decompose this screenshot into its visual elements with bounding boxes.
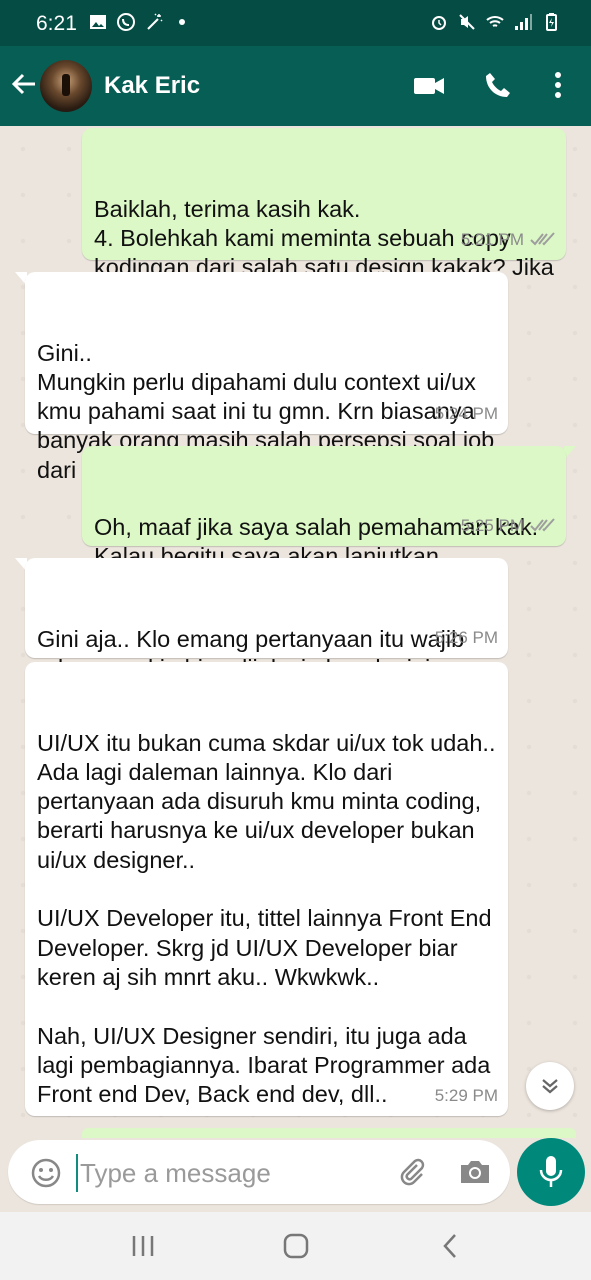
message-time: 5:26 PM <box>434 627 498 647</box>
message-meta: 5:21 PM <box>461 225 556 254</box>
message-time: 5:25 PM <box>460 515 524 535</box>
system-navigation-bar <box>0 1212 591 1280</box>
read-receipt-icon <box>530 232 555 246</box>
status-notification-icons <box>88 12 192 32</box>
voice-message-button[interactable] <box>517 1138 585 1206</box>
video-call-icon[interactable] <box>412 72 446 100</box>
contact-name[interactable]: Kak Eric <box>104 72 200 100</box>
alarm-icon <box>432 16 446 30</box>
home-icon[interactable] <box>282 1232 310 1260</box>
chat-messages[interactable]: Baiklah, terima kasih kak. 4. Bolehkah k… <box>0 126 591 1136</box>
back-arrow-icon[interactable] <box>10 70 38 98</box>
image-icon <box>90 15 106 29</box>
message-composer <box>0 1136 591 1212</box>
recent-apps-icon[interactable] <box>130 1234 156 1258</box>
message-input-box[interactable] <box>8 1140 510 1204</box>
message-bubble-incoming[interactable]: Gini aja.. Klo emang pertanyaan itu waji… <box>25 558 508 681</box>
emoji-icon[interactable] <box>30 1157 62 1189</box>
message-text: UI/UX itu bukan cuma skdar ui/ux tok uda… <box>37 729 496 1108</box>
message-bubble-outgoing[interactable]: Oh, maaf jika saya salah pemahaman kak. … <box>82 446 566 569</box>
message-meta: 5:26 PM <box>435 623 498 652</box>
mute-icon <box>459 14 475 30</box>
whatsapp-icon <box>117 13 135 31</box>
text-cursor <box>76 1154 78 1192</box>
more-options-icon[interactable] <box>548 70 568 100</box>
message-meta: 5:24 PM <box>435 399 498 428</box>
attachment-icon[interactable] <box>396 1156 428 1188</box>
status-bar: 6:21 <box>0 0 591 46</box>
system-back-icon[interactable] <box>440 1232 460 1260</box>
voice-call-icon[interactable] <box>483 70 513 100</box>
wifi-icon <box>486 16 504 27</box>
camera-icon[interactable] <box>458 1156 492 1188</box>
message-meta: 5:29 PM <box>435 1081 498 1110</box>
contact-avatar[interactable] <box>40 60 92 112</box>
message-bubble-outgoing[interactable]: Baiklah, terima kasih kak. 4. Bolehkah k… <box>82 128 566 309</box>
magic-wand-icon <box>147 13 163 30</box>
chat-header: Kak Eric <box>0 46 591 126</box>
message-time: 5:24 PM <box>434 403 498 423</box>
message-meta: 5:25 PM <box>461 511 556 540</box>
message-input[interactable] <box>80 1152 380 1194</box>
status-system-icons <box>429 12 561 32</box>
battery-icon <box>546 13 557 31</box>
message-bubble-incoming[interactable]: UI/UX itu bukan cuma skdar ui/ux tok uda… <box>25 662 508 1116</box>
message-bubble-incoming[interactable]: Gini.. Mungkin perlu dipahami dulu conte… <box>25 272 508 483</box>
scroll-to-bottom-button[interactable] <box>526 1062 574 1110</box>
read-receipt-icon <box>530 518 555 532</box>
status-time: 6:21 <box>36 12 77 35</box>
double-chevron-down-icon <box>542 1079 558 1094</box>
message-time: 5:21 PM <box>460 229 524 249</box>
signal-icon <box>515 14 532 30</box>
message-time: 5:29 PM <box>434 1085 498 1105</box>
microphone-icon <box>539 1156 563 1187</box>
dot-icon <box>179 19 185 25</box>
